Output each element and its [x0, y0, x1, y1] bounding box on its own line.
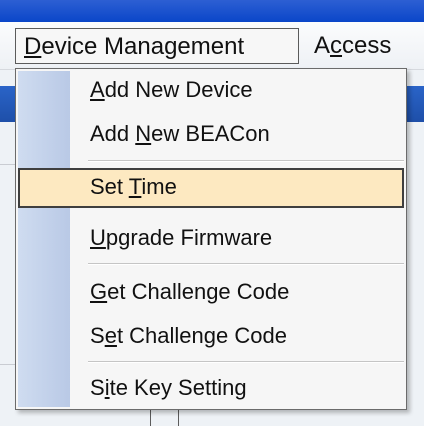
menu-item-label: Add New Device: [90, 77, 253, 102]
menu-separator: [88, 263, 404, 265]
menu-item-add-new-beacon[interactable]: Add New BEACon: [18, 115, 404, 153]
menu-item-label: Add New BEACon: [90, 121, 270, 146]
menu-bar: Device Management Access: [0, 22, 424, 70]
menu-item-set-challenge-code[interactable]: Set Challenge Code: [18, 317, 404, 355]
menu-item-label: Site Key Setting: [90, 375, 247, 400]
menu-item-get-challenge-code[interactable]: Get Challenge Code: [18, 273, 404, 311]
menu-device-management[interactable]: Device Management: [15, 28, 299, 64]
menu-item-label: Set Challenge Code: [90, 323, 287, 348]
menu-item-label: Get Challenge Code: [90, 279, 290, 304]
menu-item-site-key-setting[interactable]: Site Key Setting: [18, 369, 404, 407]
window-title-bar: [0, 0, 424, 22]
menu-item-upgrade-firmware[interactable]: Upgrade Firmware: [18, 219, 404, 257]
menu-item-label: Upgrade Firmware: [90, 225, 273, 250]
access-key: c: [330, 32, 343, 59]
menu-separator: [88, 160, 404, 162]
device-management-dropdown: Add New Device Add New BEACon Set Time U…: [15, 68, 407, 410]
background-divider: [178, 410, 179, 426]
menu-item-label: Set Time: [90, 174, 177, 199]
menu-item-add-new-device[interactable]: Add New Device: [18, 71, 404, 109]
menu-item-set-time[interactable]: Set Time: [18, 168, 404, 208]
background-divider: [150, 410, 151, 426]
access-key: D: [24, 33, 42, 60]
menu-access[interactable]: Access: [306, 28, 399, 64]
background-tab-header-right: [404, 86, 424, 122]
menu-separator: [88, 361, 404, 363]
